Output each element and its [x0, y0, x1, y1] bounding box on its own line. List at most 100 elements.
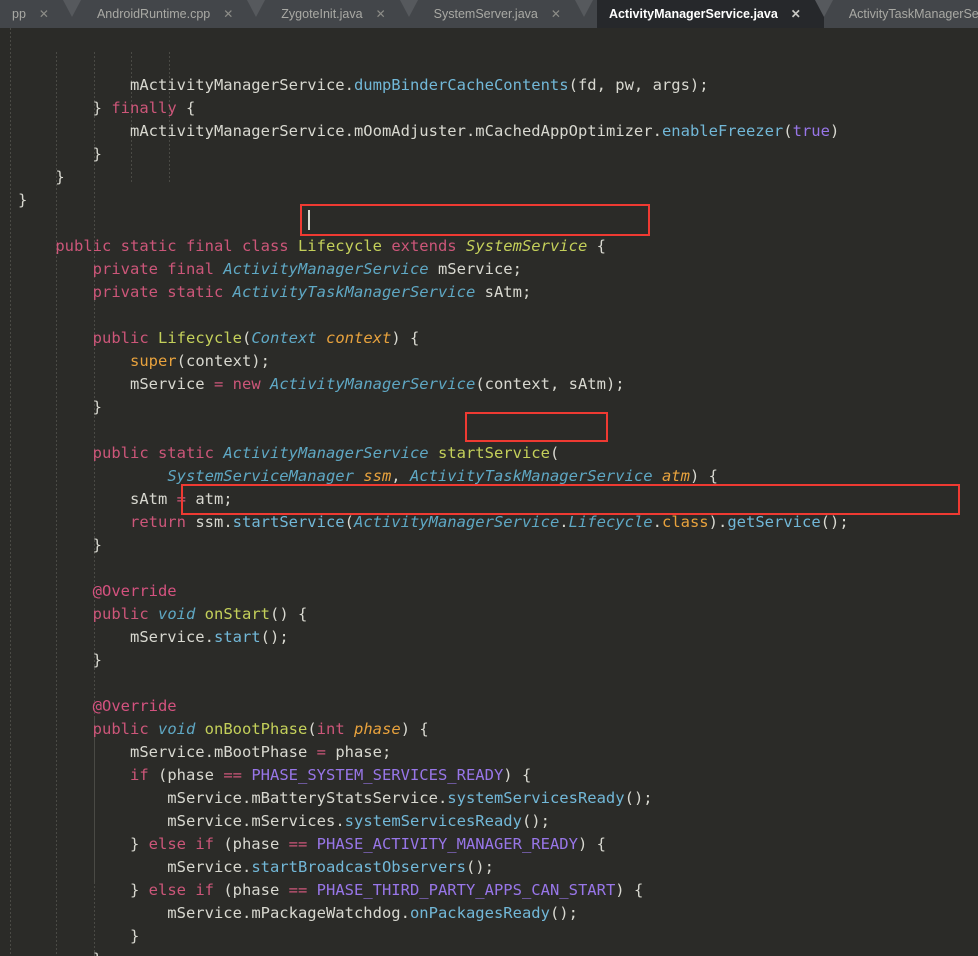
code-token: mService — [18, 904, 242, 922]
code-token: . — [204, 628, 214, 646]
code-token: mService — [18, 375, 214, 393]
code-token: ) { — [503, 766, 532, 784]
code-token: public static final class — [55, 237, 289, 255]
code-token: Lifecycle — [158, 329, 242, 347]
code-token: sAtm; — [475, 283, 532, 301]
code-token: context — [326, 329, 392, 347]
code-token: } — [18, 168, 65, 186]
code-token: . — [241, 904, 252, 922]
editor-tab[interactable]: pp ✕ — [0, 0, 59, 28]
code-line: public static final class Lifecycle exte… — [18, 235, 849, 258]
code-token: public — [92, 720, 149, 738]
tab-close-icon[interactable]: ✕ — [35, 8, 53, 20]
code-line: mService.mBootPhase = phase; — [18, 741, 849, 764]
code-token: } — [18, 99, 112, 117]
code-token: mActivityManagerService — [129, 122, 345, 140]
code-line: private final ActivityManagerService mSe… — [18, 258, 849, 281]
code-token: (); — [549, 904, 578, 922]
tab-close-icon[interactable]: ✕ — [787, 8, 805, 20]
code-token: mService — [18, 743, 205, 761]
code-token: ssm — [185, 513, 224, 531]
code-line: public static ActivityManagerService sta… — [18, 442, 849, 465]
tab-close-icon[interactable]: ✕ — [547, 8, 565, 20]
code-token: mPackageWatchdog — [251, 904, 401, 922]
editor-tab-label: ZygoteInit.java — [281, 7, 363, 21]
code-line: private static ActivityTaskManagerServic… — [18, 281, 849, 304]
code-token: (); — [624, 789, 653, 807]
code-token: public — [92, 329, 149, 347]
code-token: class — [661, 513, 709, 531]
code-line: public void onStart() { — [18, 603, 849, 626]
code-line: @Override — [18, 695, 849, 718]
code-token: . — [241, 812, 252, 830]
code-editor-pane[interactable]: mActivityManagerService. dumpBinderCacheC… — [0, 28, 978, 956]
code-token: ) { — [391, 329, 420, 347]
code-line: } — [18, 649, 849, 672]
code-token: == — [223, 766, 242, 784]
code-line: return ssm.startService(ActivityManagerS… — [18, 511, 849, 534]
code-token: mBootPhase — [213, 743, 317, 761]
code-token: . — [241, 789, 252, 807]
code-token: (); — [260, 628, 289, 646]
editor-tab[interactable]: AndroidRuntime.cpp ✕ — [84, 0, 244, 28]
code-line: public Lifecycle(Context context) { — [18, 327, 849, 350]
code-token: void — [158, 720, 196, 738]
code-token: mService — [18, 812, 242, 830]
code-token: ( — [307, 720, 317, 738]
code-token: . — [400, 904, 410, 922]
code-token: ActivityManagerService — [223, 260, 429, 278]
code-line: if (phase == PHASE_SYSTEM_SERVICES_READY… — [18, 764, 849, 787]
code-token: { — [587, 237, 606, 255]
code-token: mService — [18, 789, 242, 807]
code-line: mService.start(); — [18, 626, 849, 649]
code-token: (); — [465, 858, 494, 876]
editor-tab-label: AndroidRuntime.cpp — [96, 7, 211, 21]
code-token: systemServicesReady — [344, 812, 522, 830]
source-code-text[interactable]: mActivityManagerService. dumpBinderCacheC… — [18, 74, 849, 956]
tab-separator — [243, 0, 270, 28]
code-token: private final — [92, 260, 214, 278]
editor-tab-bar[interactable]: pp ✕ AndroidRuntime.cpp ✕ ZygoteInit.java ✕ Sy… — [0, 0, 978, 28]
code-line: } — [18, 143, 849, 166]
code-token: == — [288, 835, 308, 853]
code-token: ( — [549, 444, 560, 462]
code-line: mService.startBroadcastObservers(); — [18, 856, 849, 879]
code-token: @Override — [92, 697, 177, 715]
editor-tab[interactable]: ActivityManagerService.java ✕ — [596, 0, 811, 28]
code-token: SystemService — [465, 237, 588, 255]
code-token: = — [316, 743, 326, 761]
editor-left-gutter-line — [10, 28, 11, 956]
code-token: Context — [251, 329, 317, 347]
tab-close-icon[interactable]: ✕ — [372, 8, 390, 20]
code-token: ). — [708, 513, 728, 531]
code-token: mCachedAppOptimizer — [475, 122, 653, 140]
code-token: super — [129, 352, 177, 370]
code-token: start — [213, 628, 261, 646]
code-token: mOomAdjuster — [353, 122, 466, 140]
editor-tab[interactable]: ZygoteInit.java ✕ — [269, 0, 396, 28]
code-token: = — [213, 375, 224, 393]
tab-close-icon[interactable]: ✕ — [219, 8, 237, 20]
code-token: dumpBinderCacheContents — [353, 76, 569, 94]
editor-tab[interactable]: SystemServer.java ✕ — [421, 0, 571, 28]
code-token: } — [18, 191, 28, 209]
editor-tab[interactable]: ActivityTaskManagerService.java✕ — [836, 0, 978, 28]
code-token: mService — [18, 858, 242, 876]
code-token: return — [129, 513, 186, 531]
code-line: public void onBootPhase(int phase) { — [18, 718, 849, 741]
